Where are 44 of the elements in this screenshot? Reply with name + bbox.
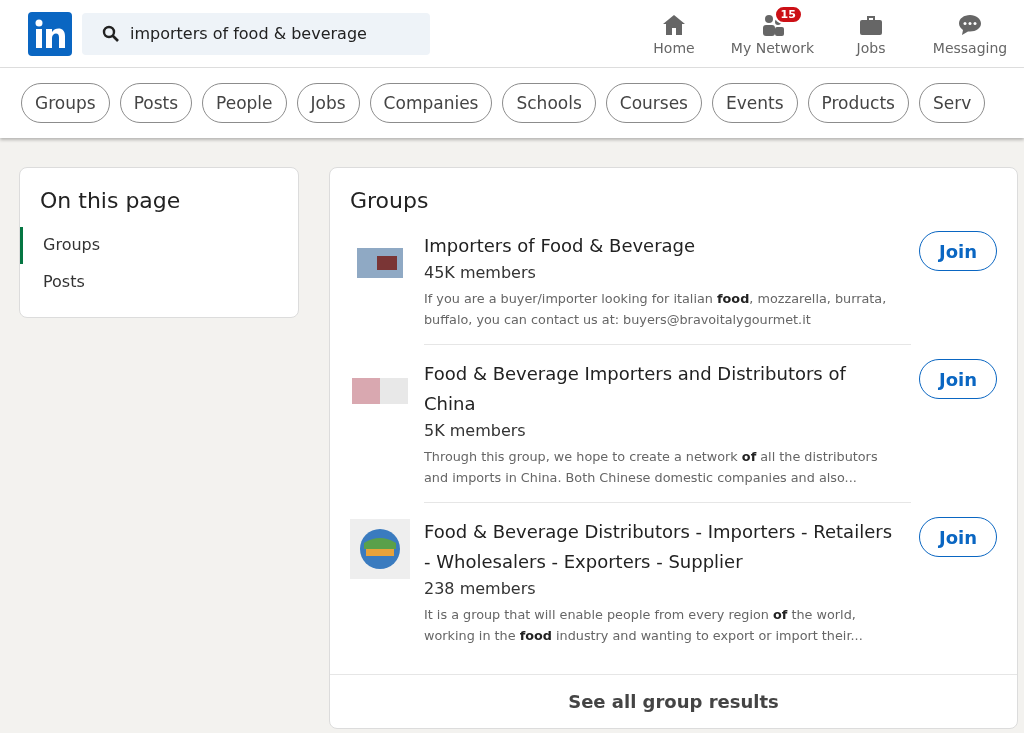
photo-placeholder — [357, 248, 403, 278]
nav-label: My Network — [730, 40, 815, 56]
linkedin-logo[interactable] — [28, 11, 72, 56]
member-count: 238 members — [424, 579, 537, 598]
filter-pill[interactable]: Posts — [119, 83, 193, 123]
join-button[interactable]: Join — [919, 231, 997, 271]
sidebar-item[interactable]: Posts — [20, 264, 298, 301]
group-description: Through this group, we hope to create a network of all the distributors and imports in China. Both Chinese domestic companies and also... — [424, 448, 879, 487]
filter-pill[interactable]: People — [202, 83, 287, 123]
chat-icon — [957, 13, 983, 37]
join-button[interactable]: Join — [919, 517, 997, 557]
sidebar-title: On this page — [39, 188, 182, 215]
filter-pill[interactable]: Companies — [369, 83, 493, 123]
nav-label: Home — [653, 40, 695, 56]
group-name[interactable]: Importers of Food & Beverage — [424, 231, 901, 261]
filter-pill[interactable]: Jobs — [296, 83, 360, 123]
filter-pill[interactable]: Serv — [918, 83, 986, 123]
filter-pill[interactable]: Schools — [502, 83, 596, 123]
photo-placeholder — [352, 378, 408, 404]
section-title: Groups — [349, 188, 430, 215]
notification-badge: 15 — [773, 5, 803, 24]
nav-label: Messaging — [932, 40, 1008, 56]
join-button[interactable]: Join — [919, 359, 997, 399]
search-icon — [102, 24, 120, 43]
group-name[interactable]: Food & Beverage Importers and Distributors of China — [424, 359, 901, 419]
globe-icon — [350, 519, 410, 579]
group-description: It is a group that will enable people from every region of the world, working in the food industry and wanting to export or import their... — [424, 606, 864, 645]
filter-pill[interactable]: Courses — [605, 83, 702, 123]
nav-item[interactable]: Jobs — [826, 11, 916, 56]
filter-pill[interactable]: Events — [712, 83, 798, 123]
search-field[interactable]: importers of food & beverage — [82, 12, 430, 55]
member-count: 45K members — [424, 263, 537, 282]
filter-pill[interactable]: Groups — [21, 83, 110, 123]
briefcase-icon — [858, 13, 884, 37]
nav-label: Jobs — [856, 40, 886, 56]
nav-item[interactable]: Messaging — [916, 11, 1024, 56]
home-icon — [661, 13, 687, 37]
sidebar-item[interactable]: Groups — [20, 227, 298, 264]
nav-item[interactable]: Home — [629, 11, 719, 56]
group-name[interactable]: Food & Beverage Distributors - Importers - Retailers - Wholesalers - Exporters - Supplier — [424, 517, 901, 577]
group-description: If you are a buyer/importer looking for italian food, mozzarella, burrata, buffalo, you can contact us at: buyers@bravoitalygourmet.it — [424, 290, 888, 329]
filter-pill[interactable]: Products — [807, 83, 909, 123]
see-all-link[interactable]: See all group results — [330, 674, 1017, 728]
member-count: 5K members — [424, 421, 527, 440]
